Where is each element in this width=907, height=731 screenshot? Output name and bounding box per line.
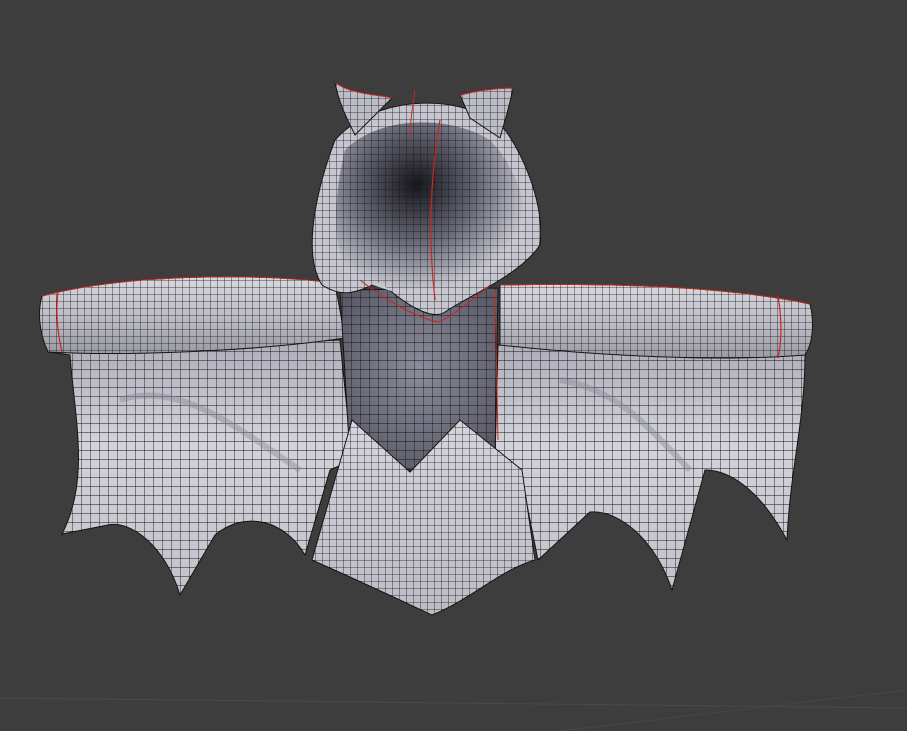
left-sleeve[interactable] xyxy=(39,276,346,354)
right-sleeve[interactable] xyxy=(499,283,813,359)
left-wing[interactable] xyxy=(47,339,353,597)
3d-viewport[interactable] xyxy=(0,0,907,731)
floor-grid xyxy=(0,689,907,731)
right-wing[interactable] xyxy=(494,344,806,592)
viewport-canvas[interactable] xyxy=(0,0,907,731)
hood[interactable] xyxy=(311,89,542,315)
